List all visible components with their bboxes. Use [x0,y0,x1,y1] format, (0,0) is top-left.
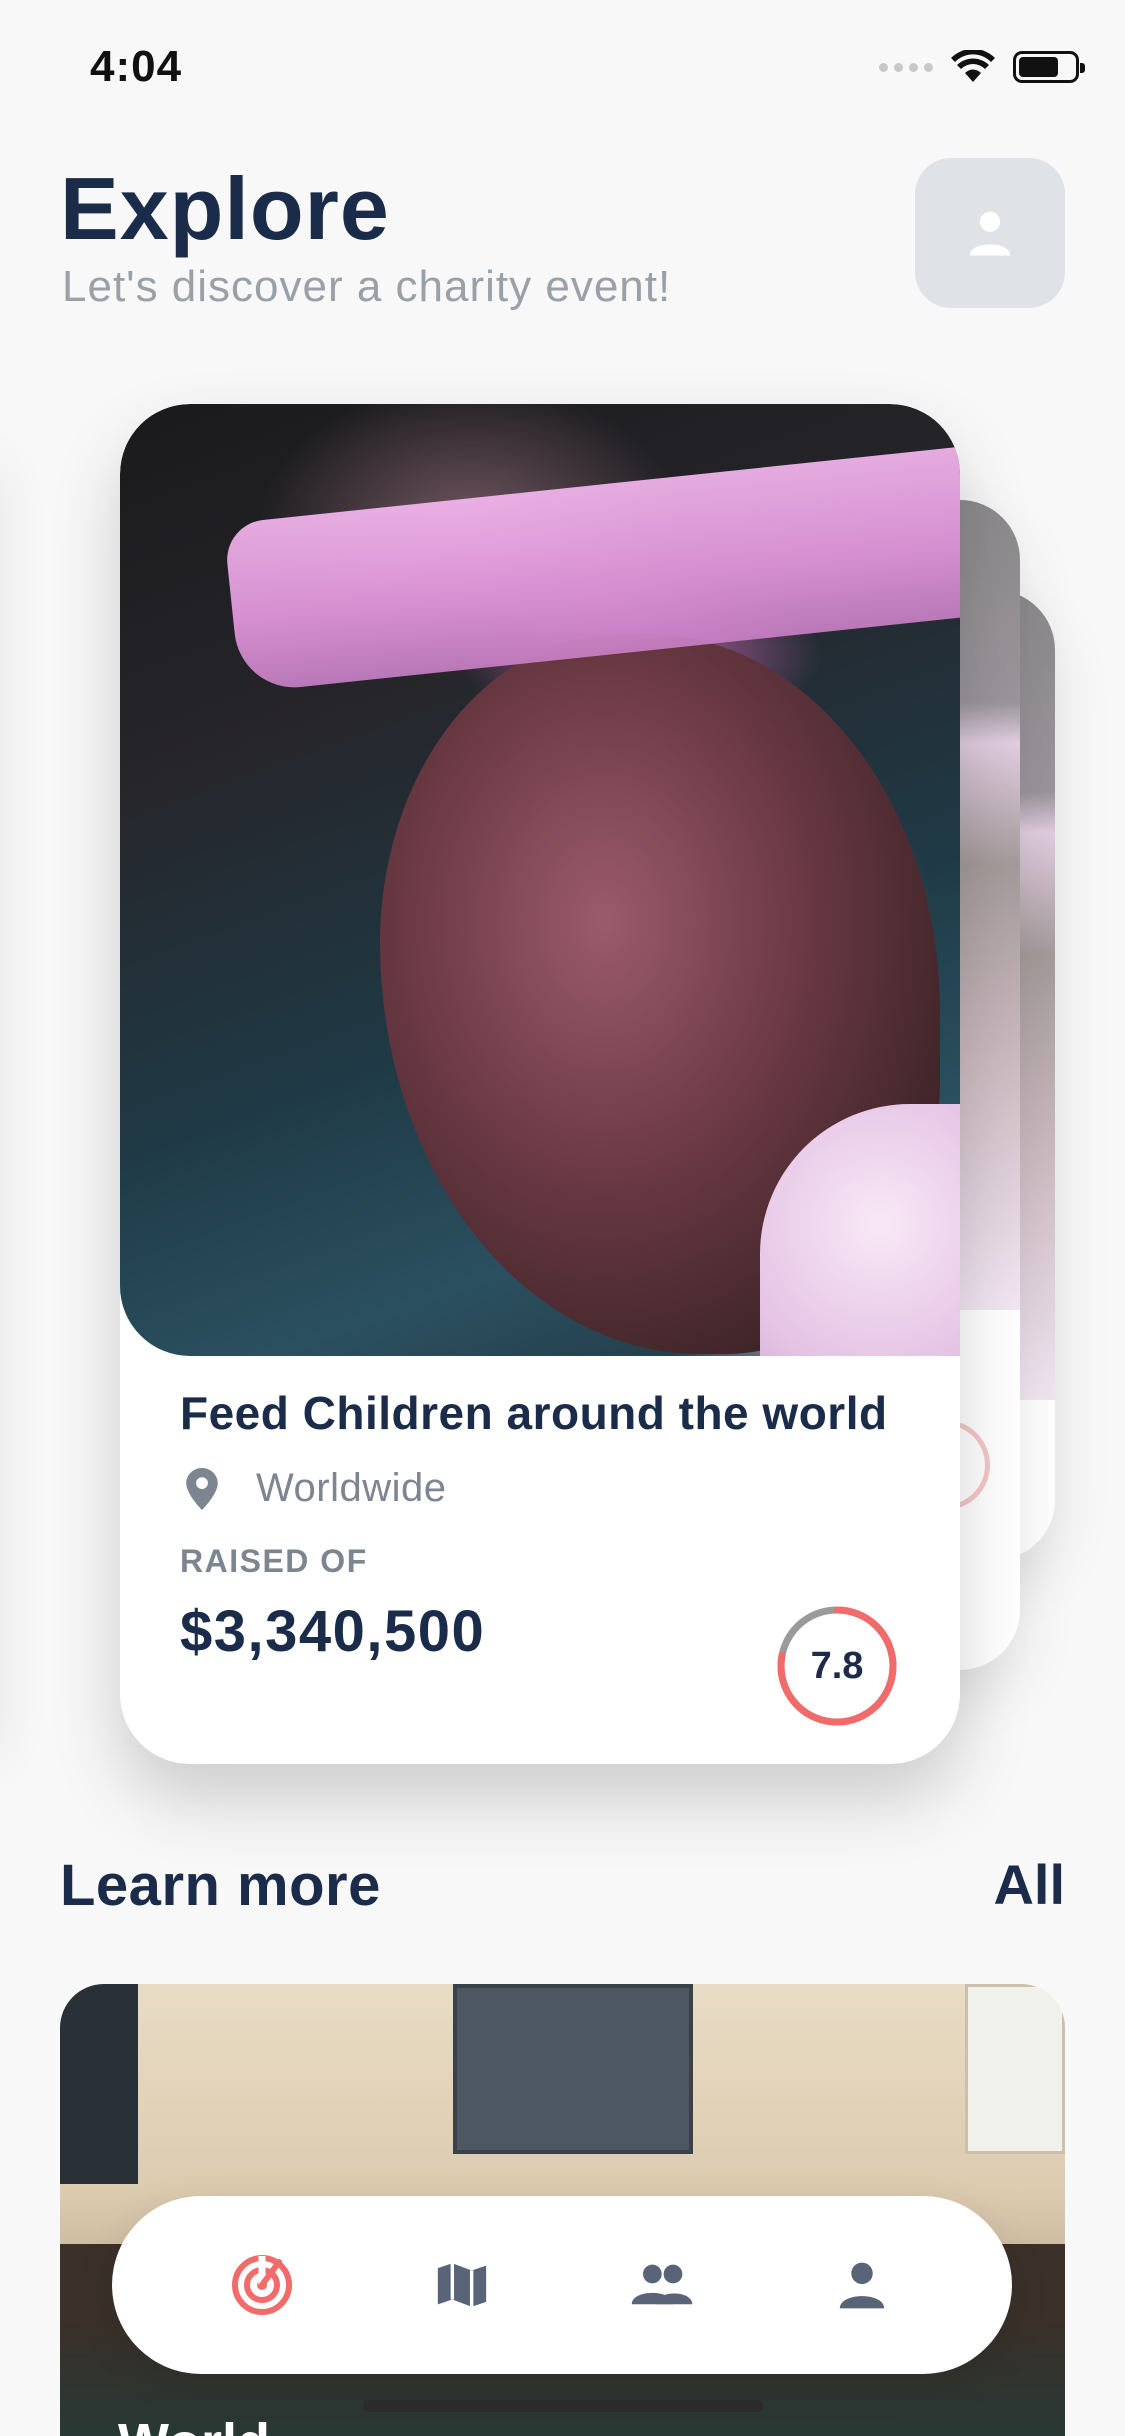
people-icon [631,2264,693,2305]
event-title: Feed Children around the world [180,1387,888,1439]
article-title: World [118,2412,270,2436]
person-icon [839,2262,885,2309]
score-value: 7.8 [810,1644,864,1687]
battery-icon [1013,51,1085,83]
see-all-link[interactable]: All [993,1852,1065,1917]
page-title: Explore [60,159,390,258]
map-icon [437,2263,487,2307]
nav-tab-explore[interactable] [217,2240,307,2330]
nav-tab-community[interactable] [617,2240,707,2330]
article-photo-chalkboard [453,1984,693,2154]
event-location-text: Worldwide [256,1466,447,1510]
nav-tab-map[interactable] [417,2240,507,2330]
wifi-icon [951,50,995,82]
nav-tab-profile[interactable] [817,2240,907,2330]
location-pin-icon [186,1467,226,1510]
section-title-learn-more: Learn more [60,1853,381,1918]
status-time: 4:04 [90,42,183,91]
featured-event-card[interactable]: Feed Children around the world Worldwide… [120,404,960,1764]
raised-label: RAISED OF [180,1543,368,1579]
person-icon [969,211,1011,256]
home-indicator [363,2400,763,2412]
event-photo [120,404,960,1356]
bottom-nav [112,2196,1012,2374]
status-icons [879,50,1085,84]
event-location: Worldwide [180,1466,920,1511]
page-subtitle: Let's discover a charity event! [62,262,672,311]
radar-icon [232,2255,292,2315]
cellular-signal-icon [879,62,933,72]
article-photo-pillar [60,1984,138,2184]
article-photo-window [965,1984,1065,2154]
profile-button[interactable] [915,158,1065,308]
